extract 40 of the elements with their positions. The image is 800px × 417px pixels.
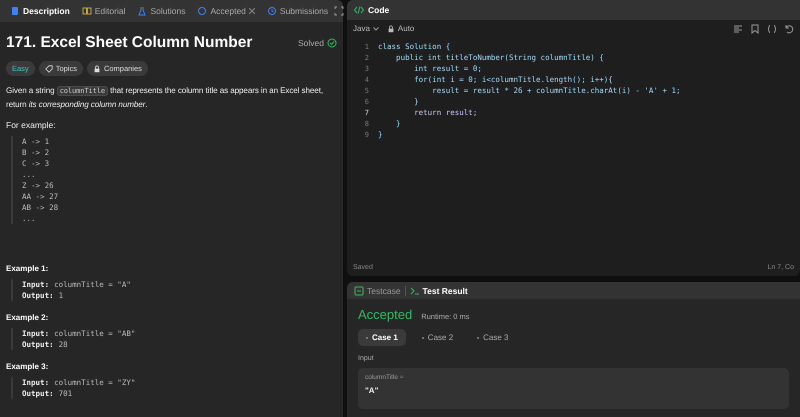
language-dropdown[interactable]: Java (353, 24, 379, 33)
document-icon (10, 6, 20, 16)
example-intro: For example: (6, 120, 57, 130)
fullscreen-icon (334, 6, 344, 16)
close-icon[interactable] (248, 8, 255, 14)
code-icon (354, 5, 364, 15)
case-tab[interactable]: Case 1 (358, 329, 406, 346)
panel-tab[interactable]: Description (6, 0, 74, 22)
format-icon (733, 24, 743, 34)
book-icon (82, 6, 92, 16)
parameter-value: "A" (365, 386, 380, 395)
problem-title: 171. Excel Sheet Column Number (6, 34, 252, 52)
case-tab[interactable]: Case 3 (469, 329, 517, 346)
panel-tab[interactable]: Accepted (193, 0, 259, 22)
undo-icon (784, 24, 794, 34)
terminal-icon (410, 286, 420, 296)
bookmark-icon (750, 24, 760, 34)
example-title: Example 3: (6, 362, 50, 371)
panel-tab[interactable]: Solutions (133, 0, 190, 22)
lock-icon (92, 64, 101, 72)
panel-tab[interactable]: Testcase (354, 286, 401, 296)
chevron-down-icon (372, 26, 379, 30)
solved-status: Solved (298, 38, 324, 48)
example-title: Example 1: (6, 264, 50, 273)
braces-icon (767, 24, 777, 34)
checkbox-icon (354, 286, 364, 296)
mode-dropdown[interactable]: Auto (386, 24, 414, 33)
history-icon (266, 6, 277, 16)
case-tab[interactable]: Case 2 (414, 329, 462, 346)
flask-icon (137, 6, 148, 16)
lock-icon (386, 24, 395, 32)
clock-icon (197, 6, 208, 16)
check-circle-icon (327, 38, 337, 48)
panel-title: Code (368, 5, 390, 15)
example-title: Example 2: (6, 313, 50, 322)
tag-icon (44, 64, 53, 72)
panel-tab[interactable]: Test Result (410, 286, 468, 296)
panel-tab[interactable]: Editorial (78, 0, 130, 22)
panel-tab[interactable]: Submissions (262, 0, 332, 22)
verdict-text: Accepted (358, 307, 412, 322)
